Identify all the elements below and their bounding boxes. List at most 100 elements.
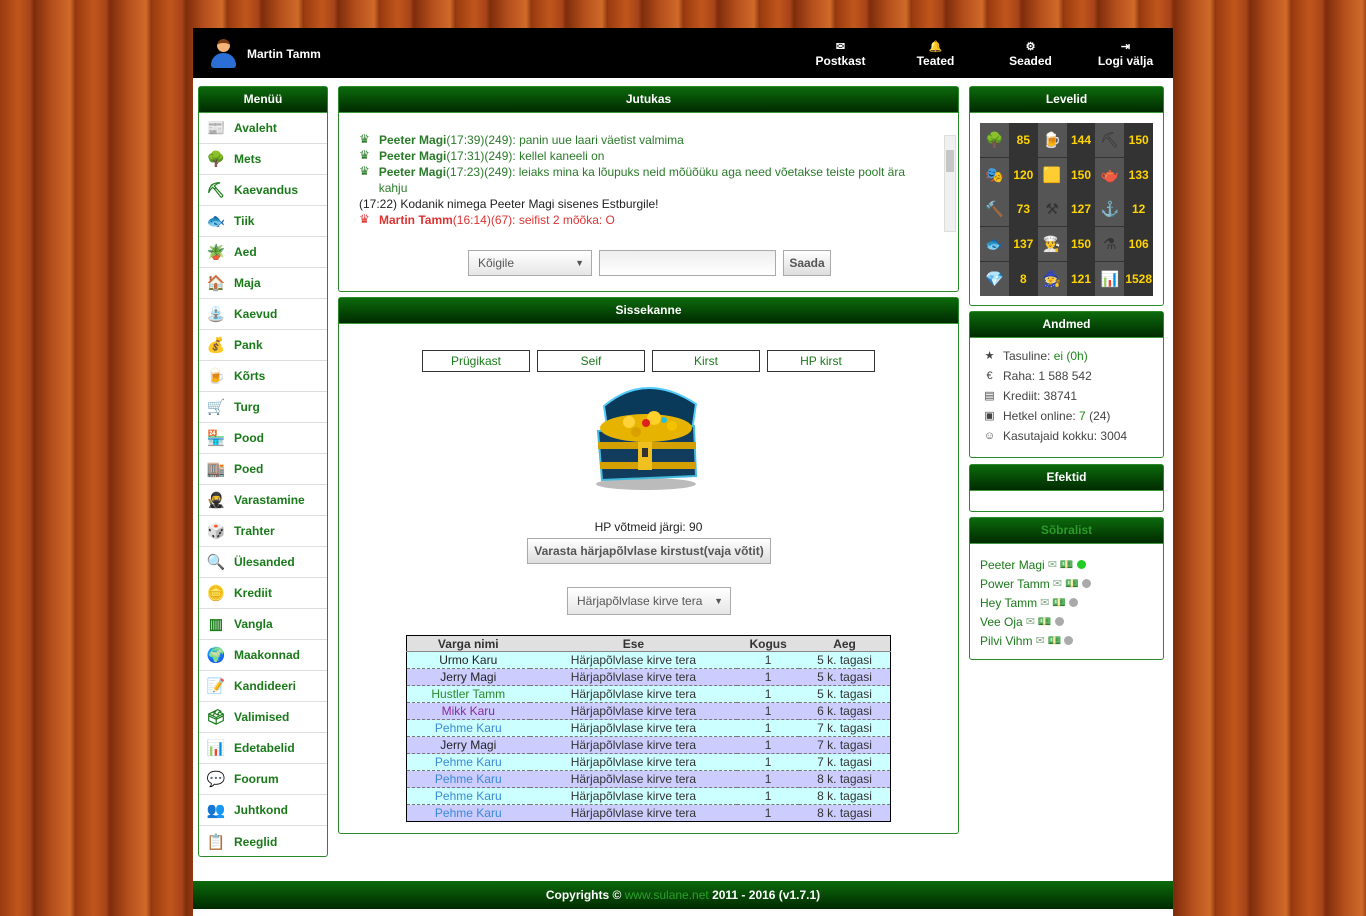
stat-extra: (24) (1085, 409, 1111, 423)
chat-author[interactable]: Martin Tamm (379, 213, 453, 227)
menu-item-14[interactable]: 🔍 Ülesanded (199, 547, 327, 578)
item-name: Härjapõlvlase kirve tera (529, 651, 738, 669)
tab-2[interactable]: Kirst (652, 350, 760, 372)
menu-item-21[interactable]: 💬 Foorum (199, 764, 327, 795)
stat-label: Krediit: 38741 (1003, 389, 1078, 403)
menu-item-13[interactable]: 🎲 Trahter (199, 516, 327, 547)
friend-name[interactable]: Peeter Magi (980, 558, 1045, 572)
witch-hat-icon: 🧙 (1037, 261, 1067, 296)
menu-item-16[interactable]: ▥ Vangla (199, 609, 327, 640)
mail-icon[interactable]: ✉ (1048, 558, 1057, 571)
thief-name[interactable]: Pehme Karu (406, 770, 530, 788)
time-ago: 7 k. tagasi (799, 736, 891, 754)
level-cell: 🔨 73 (980, 192, 1038, 227)
level-value: 150 (1128, 133, 1149, 148)
menu-item-9[interactable]: 🛒 Turg (199, 392, 327, 423)
mail-icon[interactable]: ✉ (1040, 596, 1049, 609)
menu-item-17[interactable]: 🌍 Maakonnad (199, 640, 327, 671)
chat-author[interactable]: Peeter Magi (379, 149, 446, 163)
thief-name[interactable]: Pehme Karu (406, 804, 530, 822)
chat-message-input[interactable] (599, 250, 776, 276)
tab-3[interactable]: HP kirst (767, 350, 875, 372)
footer-site-link[interactable]: www.sulane.net (625, 888, 709, 902)
thief-name[interactable]: Pehme Karu (406, 719, 530, 737)
stat-text: Tasuline: ei (0h) (1003, 349, 1088, 363)
level-value: 144 (1070, 133, 1091, 148)
thief-name[interactable]: Jerry Magi (406, 736, 530, 754)
chat-author[interactable]: Peeter Magi (379, 165, 446, 179)
menu-item-7[interactable]: 💰 Pank (199, 330, 327, 361)
menu-item-22[interactable]: 👥 Juhtkond (199, 795, 327, 826)
stat-value[interactable]: ei (0h) (1054, 349, 1088, 363)
level-cell: 🧙 121 (1037, 261, 1096, 296)
menu-item-12[interactable]: 🥷 Varastamine (199, 485, 327, 516)
friend-name[interactable]: Power Tamm (980, 577, 1050, 591)
menu-item-6[interactable]: ⛲ Kaevud (199, 299, 327, 330)
chat-scrollbar[interactable] (944, 135, 956, 232)
user-rank-icon: ♛ (359, 212, 370, 226)
friend-name[interactable]: Vee Oja (980, 615, 1023, 629)
topnav-teated[interactable]: 🔔 Teated (888, 28, 983, 68)
hp-keys-count: HP võtmeid järgi: 90 (594, 520, 703, 534)
effects-title: Efektid (970, 465, 1163, 491)
mail-icon[interactable]: ✉ (1053, 577, 1062, 590)
level-value: 150 (1070, 167, 1091, 182)
topnav-logi-välja[interactable]: ⇥ Logi välja (1078, 28, 1173, 68)
thief-name[interactable]: Jerry Magi (406, 668, 530, 686)
menu-item-1[interactable]: 🌳 Mets (199, 144, 327, 175)
thief-icon: 🥷 (206, 492, 226, 509)
table-row: Pehme Karu Härjapõlvlase kirve tera 1 7 k. … (406, 753, 891, 771)
mail-icon[interactable]: ✉ (1035, 634, 1044, 647)
tab-1[interactable]: Seif (537, 350, 645, 372)
money-icon[interactable]: 💵 (1060, 558, 1074, 571)
friend-name[interactable]: Pilvi Vihm (980, 634, 1032, 648)
menu-item-5[interactable]: 🏠 Maja (199, 268, 327, 299)
money-icon[interactable]: 💵 (1048, 634, 1062, 647)
steal-chest-button[interactable]: Varasta härjapõlvlase kirstust(vaja võti… (527, 538, 771, 564)
menu-item-19[interactable]: 🗳 Valimised (199, 702, 327, 733)
item-name: Härjapõlvlase kirve tera (529, 787, 738, 805)
tab-0[interactable]: Prügikast (422, 350, 530, 372)
levels-panel: Levelid 🌳 85 🍺 144 ⛏ 150 🎭 120 🟨 150 🫖 133 🔨 73 ⚒ 127 ⚓ 1… (969, 86, 1164, 306)
menu-item-2[interactable]: ⛏ Kaevandus (199, 175, 327, 206)
friend-name[interactable]: Hey Tamm (980, 596, 1037, 610)
level-value: 1528 (1125, 271, 1153, 286)
menu-item-label: Poed (234, 462, 264, 476)
chat-author[interactable]: Peeter Magi (379, 133, 446, 147)
menu-item-label: Kaevud (234, 307, 278, 321)
tree-icon: 🌳 (206, 151, 226, 168)
menu-item-label: Edetabelid (234, 741, 295, 755)
menu-item-4[interactable]: 🪴 Aed (199, 237, 327, 268)
menu-item-11[interactable]: 🏬 Poed (199, 454, 327, 485)
menu-item-15[interactable]: 🪙 Krediit (199, 578, 327, 609)
chat-recipient-select[interactable]: Kõigile ▼ (468, 250, 592, 276)
topnav-postkast[interactable]: ✉ Postkast (793, 28, 888, 68)
thief-name[interactable]: Pehme Karu (406, 753, 530, 771)
money-icon[interactable]: 💵 (1052, 596, 1066, 609)
clipboard-icon: 📋 (206, 833, 226, 851)
level-cell: 💎 8 (980, 261, 1038, 296)
menu-item-0[interactable]: 📰 Avaleht (199, 113, 327, 144)
level-value: 12 (1131, 202, 1146, 217)
pickaxe-icon: ⛏ (206, 182, 226, 199)
menu-item-20[interactable]: 📊 Edetabelid (199, 733, 327, 764)
table-row: Jerry Magi Härjapõlvlase kirve tera 1 5 k. … (406, 668, 891, 686)
menu-item-3[interactable]: 🐟 Tiik (199, 206, 327, 237)
thief-name[interactable]: Urmo Karu (406, 651, 530, 669)
user-profile[interactable]: Martin Tamm (209, 39, 321, 69)
thief-name[interactable]: Mikk Karu (406, 702, 530, 720)
menu-item-23[interactable]: 📋 Reeglid (199, 826, 327, 857)
thief-name[interactable]: Pehme Karu (406, 787, 530, 805)
level-value: 73 (1016, 202, 1030, 217)
menu-item-10[interactable]: 🏪 Pood (199, 423, 327, 454)
money-icon[interactable]: 💵 (1038, 615, 1052, 628)
menu-item-8[interactable]: 🍺 Kõrts (199, 361, 327, 392)
stat-value[interactable]: 7 (1079, 409, 1086, 423)
item-select[interactable]: Härjapõlvlase kirve tera ▼ (567, 587, 731, 615)
mail-icon[interactable]: ✉ (1026, 615, 1035, 628)
chat-send-button[interactable]: Saada (783, 250, 831, 276)
menu-item-18[interactable]: 📝 Kandideeri (199, 671, 327, 702)
topnav-seaded[interactable]: ⚙ Seaded (983, 28, 1078, 68)
money-icon[interactable]: 💵 (1065, 577, 1079, 590)
thief-name[interactable]: Hustler Tamm (406, 685, 530, 703)
